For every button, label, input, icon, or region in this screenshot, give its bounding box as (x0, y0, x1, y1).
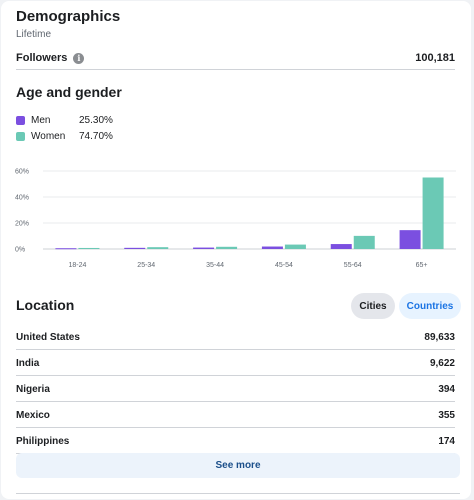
location-value: 174 (438, 435, 455, 447)
age-gender-title: Age and gender (16, 84, 122, 100)
see-more-button[interactable]: See more (16, 453, 460, 478)
followers-label: Followers (16, 52, 68, 64)
bar-men-45-54[interactable] (261, 246, 283, 249)
bar-men-18-24[interactable] (55, 248, 77, 250)
legend-percent: 25.30% (79, 114, 113, 126)
location-value: 394 (438, 383, 455, 395)
location-row: United States 89,633 (16, 325, 455, 350)
x-tick-label: 25-34 (137, 262, 155, 269)
bar-women-45-54[interactable] (284, 244, 306, 249)
y-tick-label: 40% (15, 195, 29, 202)
x-tick-label: 45-54 (275, 262, 293, 269)
location-row: Mexico 355 (16, 403, 455, 428)
legend-swatch-women (16, 131, 25, 141)
page-subtitle: Lifetime (16, 29, 52, 40)
legend-label: Women (31, 130, 66, 142)
location-value: 89,633 (424, 331, 455, 343)
location-name: India (16, 357, 40, 369)
location-name: Mexico (16, 409, 50, 421)
location-name: United States (16, 331, 80, 343)
bar-women-25-34[interactable] (147, 247, 169, 249)
y-tick-label: 60% (15, 169, 29, 176)
tab-countries[interactable]: Countries (399, 293, 461, 319)
legend-percent: 74.70% (79, 130, 113, 142)
legend-item-men: Men 25.30% (16, 112, 113, 128)
tab-cities[interactable]: Cities (351, 293, 395, 319)
bar-men-25-34[interactable] (124, 247, 146, 249)
y-tick-label: 20% (15, 221, 29, 228)
legend-swatch-men (16, 115, 25, 125)
info-icon[interactable]: i (73, 52, 85, 64)
location-value: 355 (438, 409, 455, 421)
followers-label-group: Followers i (16, 52, 85, 64)
bar-women-65+[interactable] (422, 177, 444, 250)
bar-women-35-44[interactable] (216, 246, 238, 249)
location-title: Location (16, 297, 75, 313)
x-tick-label: 35-44 (206, 262, 224, 269)
age-gender-bar-chart: 0% 20% 40% 60% 18-24 25-34 35-44 45-54 55-64 65+ (15, 169, 456, 269)
legend-label: Men (31, 114, 51, 126)
bar-men-65+[interactable] (399, 230, 421, 249)
bar-women-55-64[interactable] (353, 235, 375, 249)
bar-men-55-64[interactable] (330, 244, 352, 249)
location-value: 9,622 (429, 357, 455, 369)
x-tick-label: 18-24 (68, 262, 86, 269)
location-row: India 9,622 (16, 351, 455, 376)
bar-women-18-24[interactable] (78, 247, 100, 249)
location-name: Nigeria (16, 383, 50, 395)
bar-men-35-44[interactable] (193, 247, 215, 249)
y-tick-label: 0% (15, 247, 25, 254)
location-row: Philippines 174 (16, 429, 455, 454)
page-title: Demographics (16, 8, 121, 25)
demographics-card: Demographics Lifetime Followers i 100,18… (1, 1, 471, 499)
followers-value: 100,181 (415, 52, 455, 64)
divider (16, 493, 460, 494)
location-list: United States 89,633 India 9,622 Nigeria… (16, 325, 455, 455)
x-tick-label: 55-64 (344, 262, 362, 269)
location-name: Philippines (16, 435, 70, 447)
legend-item-women: Women 74.70% (16, 128, 113, 144)
followers-row: Followers i 100,181 (16, 47, 455, 70)
chart-legend: Men 25.30% Women 74.70% (16, 112, 113, 144)
location-row: Nigeria 394 (16, 377, 455, 402)
x-tick-label: 65+ (416, 262, 428, 269)
